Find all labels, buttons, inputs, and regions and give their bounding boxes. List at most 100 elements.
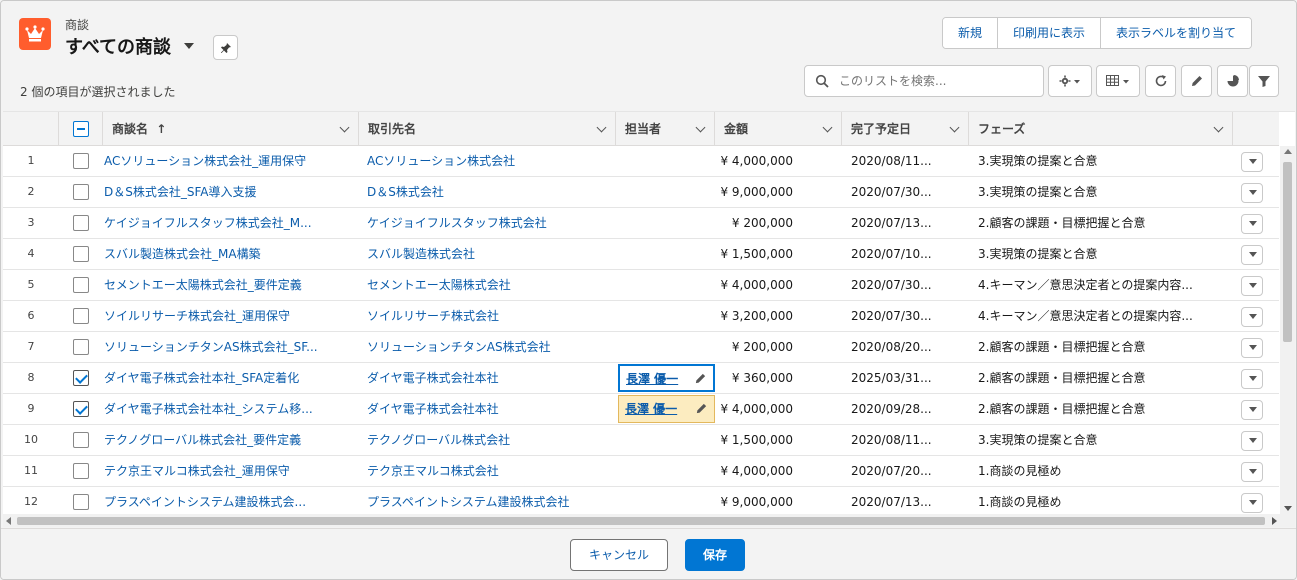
row-checkbox[interactable] xyxy=(73,153,89,169)
owner-name[interactable]: 長澤 優一 xyxy=(625,396,677,422)
header-amount[interactable]: 金額 xyxy=(715,112,842,146)
filter-button[interactable] xyxy=(1249,65,1279,97)
opportunity-name-link[interactable]: D＆S株式会社_SFA導入支援 xyxy=(104,177,354,207)
header-owner[interactable]: 担当者 xyxy=(616,112,715,146)
scrollbar-thumb[interactable] xyxy=(17,517,1265,525)
account-name-link[interactable]: セメントエー太陽株式会社 xyxy=(367,270,611,300)
row-actions-button[interactable] xyxy=(1241,152,1263,172)
chevron-down-icon[interactable] xyxy=(339,122,350,133)
owner-edited-cell[interactable]: 長澤 優一 xyxy=(618,395,715,423)
owner-cell[interactable] xyxy=(617,177,715,207)
list-view-title[interactable]: すべての商談 xyxy=(65,33,171,59)
account-name-link[interactable]: テクノグローバル株式会社 xyxy=(367,425,611,455)
search-box[interactable] xyxy=(804,65,1044,97)
print-view-button[interactable]: 印刷用に表示 xyxy=(997,18,1101,48)
row-checkbox[interactable] xyxy=(73,432,89,448)
opportunity-name-link[interactable]: テクノグローバル株式会社_要件定義 xyxy=(104,425,354,455)
scroll-right-arrow-icon[interactable] xyxy=(1272,517,1277,525)
row-actions-button[interactable] xyxy=(1241,369,1263,389)
row-actions-button[interactable] xyxy=(1241,493,1263,513)
opportunity-name-link[interactable]: ソイルリサーチ株式会社_運用保守 xyxy=(104,301,354,331)
header-stage[interactable]: フェーズ xyxy=(969,112,1233,146)
cancel-button[interactable]: キャンセル xyxy=(570,539,668,571)
save-button[interactable]: 保存 xyxy=(685,539,745,571)
new-button[interactable]: 新規 xyxy=(943,18,998,48)
owner-cell[interactable] xyxy=(617,239,715,269)
owner-cell[interactable] xyxy=(617,270,715,300)
owner-cell[interactable] xyxy=(617,208,715,238)
chevron-down-icon[interactable] xyxy=(822,122,833,133)
row-checkbox[interactable] xyxy=(73,463,89,479)
horizontal-scrollbar[interactable] xyxy=(3,514,1295,527)
chevron-down-icon[interactable] xyxy=(596,122,607,133)
opportunity-name-link[interactable]: ダイヤ電子株式会社本社_SFA定着化 xyxy=(104,363,354,393)
opportunity-name-link[interactable]: ケイジョイフルスタッフ株式会社_M... xyxy=(104,208,354,238)
row-checkbox[interactable] xyxy=(73,184,89,200)
scroll-down-arrow-icon[interactable] xyxy=(1284,506,1292,511)
search-input[interactable] xyxy=(837,72,1037,90)
row-actions-button[interactable] xyxy=(1241,214,1263,234)
account-name-link[interactable]: テク京王マルコ株式会社 xyxy=(367,456,611,486)
row-checkbox[interactable] xyxy=(73,246,89,262)
row-actions-button[interactable] xyxy=(1241,338,1263,358)
chevron-down-icon[interactable] xyxy=(184,43,194,49)
row-checkbox[interactable] xyxy=(73,401,89,417)
row-actions-button[interactable] xyxy=(1241,245,1263,265)
opportunity-name-link[interactable]: ダイヤ電子株式会社本社_システム移... xyxy=(104,394,354,424)
chevron-down-icon[interactable] xyxy=(1213,122,1224,133)
scrollbar-thumb[interactable] xyxy=(1283,162,1292,342)
account-name-link[interactable]: ソリューションチタンAS株式会社 xyxy=(367,332,611,362)
row-actions-button[interactable] xyxy=(1241,307,1263,327)
owner-cell[interactable] xyxy=(617,332,715,362)
owner-cell[interactable] xyxy=(617,146,715,176)
owner-edited-cell[interactable]: 長澤 優一 xyxy=(618,364,715,392)
account-name-link[interactable]: ケイジョイフルスタッフ株式会社 xyxy=(367,208,611,238)
pencil-icon[interactable] xyxy=(694,372,707,385)
header-account[interactable]: 取引先名 xyxy=(359,112,616,146)
opportunity-name-link[interactable]: ACソリューション株式会社_運用保守 xyxy=(104,146,354,176)
account-name-link[interactable]: ACソリューション株式会社 xyxy=(367,146,611,176)
header-close-date[interactable]: 完了予定日 xyxy=(842,112,969,146)
inline-edit-button[interactable] xyxy=(1181,65,1212,97)
row-checkbox[interactable] xyxy=(73,277,89,293)
row-actions-button[interactable] xyxy=(1241,276,1263,296)
opportunity-name-link[interactable]: セメントエー太陽株式会社_要件定義 xyxy=(104,270,354,300)
vertical-scrollbar[interactable] xyxy=(1280,146,1295,514)
owner-cell[interactable] xyxy=(617,487,715,517)
refresh-button[interactable] xyxy=(1145,65,1176,97)
account-name-link[interactable]: ダイヤ電子株式会社本社 xyxy=(367,363,611,393)
row-checkbox[interactable] xyxy=(73,339,89,355)
account-name-link[interactable]: プラスペイントシステム建設株式会社 xyxy=(367,487,611,517)
row-checkbox[interactable] xyxy=(73,370,89,386)
chevron-down-icon[interactable] xyxy=(949,122,960,133)
list-settings-button[interactable] xyxy=(1048,65,1092,97)
owner-cell[interactable] xyxy=(617,425,715,455)
owner-cell[interactable] xyxy=(617,301,715,331)
opportunity-name-link[interactable]: プラスペイントシステム建設株式会... xyxy=(104,487,354,517)
row-actions-button[interactable] xyxy=(1241,431,1263,451)
row-checkbox[interactable] xyxy=(73,215,89,231)
opportunity-name-link[interactable]: テク京王マルコ株式会社_運用保守 xyxy=(104,456,354,486)
owner-cell[interactable] xyxy=(617,456,715,486)
scroll-up-arrow-icon[interactable] xyxy=(1284,149,1292,154)
row-actions-button[interactable] xyxy=(1241,462,1263,482)
owner-name[interactable]: 長澤 優一 xyxy=(626,366,678,392)
row-actions-button[interactable] xyxy=(1241,183,1263,203)
scroll-left-arrow-icon[interactable] xyxy=(6,517,11,525)
opportunity-name-link[interactable]: ソリューションチタンAS株式会社_SF... xyxy=(104,332,354,362)
chevron-down-icon[interactable] xyxy=(695,122,706,133)
row-checkbox[interactable] xyxy=(73,494,89,510)
account-name-link[interactable]: スバル製造株式会社 xyxy=(367,239,611,269)
display-as-button[interactable] xyxy=(1096,65,1140,97)
select-all-checkbox[interactable] xyxy=(73,121,89,137)
account-name-link[interactable]: D＆S株式会社 xyxy=(367,177,611,207)
account-name-link[interactable]: ソイルリサーチ株式会社 xyxy=(367,301,611,331)
row-checkbox[interactable] xyxy=(73,308,89,324)
charts-button[interactable] xyxy=(1217,65,1248,97)
pencil-icon[interactable] xyxy=(695,402,708,415)
account-name-link[interactable]: ダイヤ電子株式会社本社 xyxy=(367,394,611,424)
header-name[interactable]: 商談名 ↑ xyxy=(103,112,359,146)
opportunity-name-link[interactable]: スバル製造株式会社_MA構築 xyxy=(104,239,354,269)
assign-label-button[interactable]: 表示ラベルを割り当て xyxy=(1100,18,1252,48)
pin-button[interactable] xyxy=(213,35,238,60)
